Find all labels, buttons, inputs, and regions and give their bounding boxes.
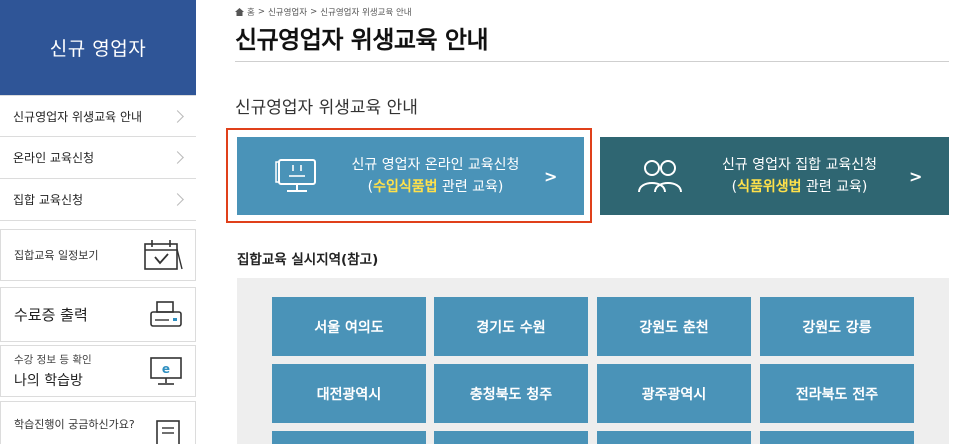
arrow-right-icon: > bbox=[909, 166, 923, 186]
svg-text:e: e bbox=[162, 362, 170, 376]
my-study-sublabel: 수강 정보 등 확인 bbox=[14, 354, 92, 366]
chevron-right-icon bbox=[171, 193, 184, 206]
sidebar-item-online-apply[interactable]: 온라인 교육신청 bbox=[0, 137, 196, 179]
region-button[interactable]: 강원도 춘천 bbox=[597, 297, 751, 356]
sidebar: 신규 영업자 신규영업자 위생교육 안내 온라인 교육신청 집합 교육신청 집합… bbox=[0, 0, 196, 444]
online-apply-line1: 신규 영업자 온라인 교육신청 bbox=[351, 157, 520, 173]
region-button[interactable]: 경기도 수원 bbox=[434, 297, 588, 356]
group-apply-text: 신규 영업자 집합 교육신청 (식품위생법 관련 교육) bbox=[690, 154, 909, 198]
online-apply-line2: (수입식품법 관련 교육) bbox=[327, 176, 544, 198]
breadcrumb-separator: > bbox=[257, 7, 265, 17]
document-icon bbox=[156, 420, 180, 444]
region-button[interactable] bbox=[760, 431, 914, 444]
region-button[interactable]: 강원도 강릉 bbox=[760, 297, 914, 356]
region-button[interactable] bbox=[434, 431, 588, 444]
printer-icon bbox=[150, 300, 182, 327]
group-apply-button[interactable]: 신규 영업자 집합 교육신청 (식품위생법 관련 교육) > bbox=[600, 137, 949, 215]
my-study-text: 수강 정보 등 확인 나의 학습방 bbox=[14, 352, 92, 390]
monitor-icon bbox=[267, 156, 327, 196]
sidebar-menu: 신규영업자 위생교육 안내 온라인 교육신청 집합 교육신청 bbox=[0, 95, 196, 221]
regions-title: 집합교육 실시지역(참고) bbox=[237, 252, 379, 268]
page-title: 신규영업자 위생교육 안내 bbox=[235, 26, 489, 54]
section-title: 신규영업자 위생교육 안내 bbox=[235, 98, 418, 118]
calendar-check-icon bbox=[144, 240, 183, 270]
sidebar-item-label: 온라인 교육신청 bbox=[13, 151, 95, 165]
online-apply-button[interactable]: 신규 영업자 온라인 교육신청 (수입식품법 관련 교육) > bbox=[237, 137, 584, 215]
chevron-right-icon bbox=[171, 109, 184, 123]
regions-panel: 서울 여의도 경기도 수원 강원도 춘천 강원도 강릉 대전광역시 충청북도 청… bbox=[237, 278, 949, 444]
home-icon[interactable] bbox=[235, 8, 244, 16]
group-apply-highlight: 식품위생법 bbox=[737, 179, 802, 195]
chevron-right-icon bbox=[171, 151, 184, 164]
help-link[interactable]: 학습진행이 궁금하신가요? bbox=[0, 401, 196, 444]
monitor-e-icon: e bbox=[150, 357, 182, 385]
arrow-right-icon: > bbox=[544, 166, 558, 186]
region-button[interactable]: 전라북도 전주 bbox=[760, 364, 914, 423]
region-button[interactable]: 서울 여의도 bbox=[272, 297, 426, 356]
schedule-link[interactable]: 집합교육 일정보기 bbox=[0, 229, 196, 281]
schedule-label: 집합교육 일정보기 bbox=[14, 249, 99, 262]
region-button[interactable]: 대전광역시 bbox=[272, 364, 426, 423]
region-button[interactable] bbox=[597, 431, 751, 444]
region-button[interactable] bbox=[272, 431, 426, 444]
group-apply-line2: (식품위생법 관련 교육) bbox=[690, 176, 909, 198]
sidebar-item-label: 신규영업자 위생교육 안내 bbox=[13, 109, 143, 124]
online-apply-text: 신규 영업자 온라인 교육신청 (수입식품법 관련 교육) bbox=[327, 154, 544, 198]
people-icon bbox=[630, 158, 690, 194]
breadcrumb: 홈 > 신규영업자 > 신규영업자 위생교육 안내 bbox=[235, 6, 412, 18]
sidebar-item-label: 집합 교육신청 bbox=[13, 193, 84, 207]
breadcrumb-home[interactable]: 홈 bbox=[247, 6, 255, 18]
title-divider bbox=[235, 61, 949, 62]
sidebar-title: 신규 영업자 bbox=[0, 0, 196, 95]
my-study-room-link[interactable]: 수강 정보 등 확인 나의 학습방 e bbox=[0, 345, 196, 397]
group-apply-line1: 신규 영업자 집합 교육신청 bbox=[721, 157, 878, 173]
online-apply-rest: 관련 교육) bbox=[437, 179, 504, 195]
region-button[interactable]: 광주광역시 bbox=[597, 364, 751, 423]
sidebar-item-group-apply[interactable]: 집합 교육신청 bbox=[0, 179, 196, 221]
region-button[interactable]: 충청북도 청주 bbox=[434, 364, 588, 423]
breadcrumb-level2: 신규영업자 위생교육 안내 bbox=[320, 8, 412, 18]
certificate-print-link[interactable]: 수료증 출력 bbox=[0, 287, 196, 342]
breadcrumb-separator: > bbox=[310, 7, 318, 17]
online-apply-highlight: 수입식품법 bbox=[373, 179, 438, 195]
my-study-label: 나의 학습방 bbox=[14, 373, 83, 389]
group-apply-rest: 관련 교육) bbox=[801, 179, 868, 195]
breadcrumb-level1[interactable]: 신규영업자 bbox=[268, 6, 307, 18]
sidebar-item-hygiene-guide[interactable]: 신규영업자 위생교육 안내 bbox=[0, 95, 196, 137]
certificate-label: 수료증 출력 bbox=[14, 306, 88, 324]
help-label: 학습진행이 궁금하신가요? bbox=[14, 418, 135, 431]
